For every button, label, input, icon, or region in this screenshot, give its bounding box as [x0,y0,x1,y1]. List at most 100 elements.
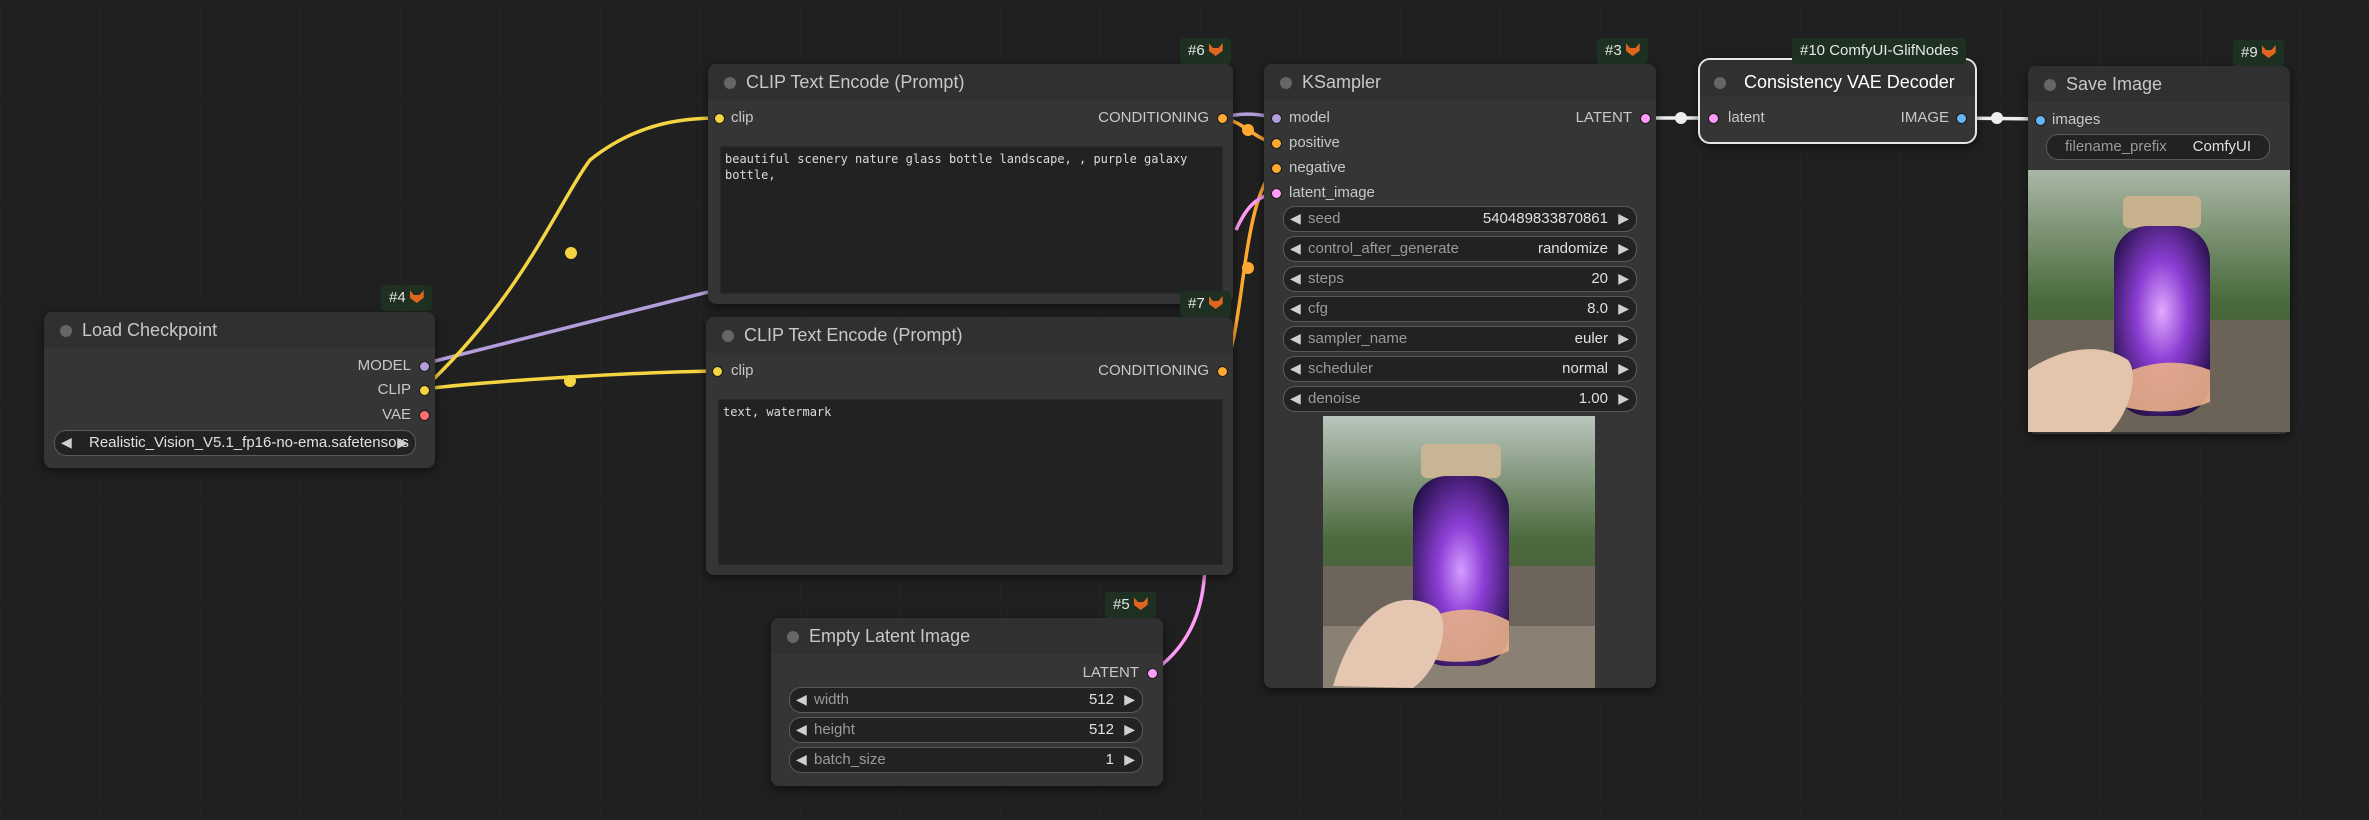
node-title: CLIP Text Encode (Prompt) [744,325,963,345]
clip-text-encode-positive-node[interactable]: CLIP Text Encode (Prompt) clip CONDITION… [708,64,1233,304]
widget-value: normal [1562,360,1608,377]
node-header[interactable]: KSampler [1264,64,1656,100]
node-header[interactable]: Consistency VAE Decoder [1700,60,1975,96]
saved-image [2028,170,2290,432]
input-slot-latent-image[interactable] [1271,188,1282,199]
input-slot-clip[interactable] [714,113,725,124]
collapse-dot-icon[interactable] [60,325,72,337]
output-slot-image[interactable] [1956,113,1967,124]
denoise-widget[interactable]: ◀ denoise 1.00 ▶ [1283,386,1637,412]
arrow-right-icon[interactable]: ▶ [1618,360,1629,377]
arrow-left-icon[interactable]: ◀ [1290,390,1301,407]
arrow-right-icon[interactable]: ▶ [397,434,408,451]
output-slot-conditioning[interactable] [1217,113,1228,124]
output-slot-model[interactable] [419,361,430,372]
output-label-model: MODEL [357,357,411,374]
width-widget[interactable]: ◀ width 512 ▶ [789,687,1143,713]
collapse-dot-icon[interactable] [787,631,799,643]
widget-value: ComfyUI [2192,138,2251,155]
fox-icon [2261,45,2276,58]
collapse-dot-icon[interactable] [1714,77,1726,89]
arrow-left-icon[interactable]: ◀ [796,751,807,768]
fox-icon [409,290,424,303]
widget-value: 512 [1088,721,1114,738]
output-slot-vae[interactable] [419,410,430,421]
load-checkpoint-node[interactable]: Load Checkpoint MODEL CLIP VAE ◀ Realist… [44,312,435,468]
arrow-right-icon[interactable]: ▶ [1124,721,1135,738]
sampler-name-widget[interactable]: ◀ sampler_name euler ▶ [1283,326,1637,352]
node-header[interactable]: CLIP Text Encode (Prompt) [708,64,1233,100]
save-image-node[interactable]: Save Image images filename_prefix ComfyU… [2028,66,2290,434]
seed-widget[interactable]: ◀ seed 540489833870861 ▶ [1283,206,1637,232]
arrow-left-icon[interactable]: ◀ [61,434,72,451]
input-slot-model[interactable] [1271,113,1282,124]
arrow-left-icon[interactable]: ◀ [1290,330,1301,347]
node-title: CLIP Text Encode (Prompt) [746,72,965,92]
control-after-generate-widget[interactable]: ◀ control_after_generate randomize ▶ [1283,236,1637,262]
fox-icon [1208,43,1223,56]
node-header[interactable]: CLIP Text Encode (Prompt) [706,317,1233,353]
input-slot-clip[interactable] [712,366,723,377]
widget-label: scheduler [1308,360,1374,377]
node-title: Consistency VAE Decoder [1744,72,1955,92]
arrow-left-icon[interactable]: ◀ [1290,300,1301,317]
scheduler-widget[interactable]: ◀ scheduler normal ▶ [1283,356,1637,382]
steps-widget[interactable]: ◀ steps 20 ▶ [1283,266,1637,292]
filename-prefix-widget[interactable]: filename_prefix ComfyUI [2046,134,2270,160]
node-header[interactable]: Empty Latent Image [771,618,1163,654]
arrow-right-icon[interactable]: ▶ [1618,300,1629,317]
input-label-negative: negative [1289,159,1346,176]
arrow-right-icon[interactable]: ▶ [1124,691,1135,708]
prompt-textarea[interactable]: text, watermark [718,399,1223,565]
collapse-dot-icon[interactable] [722,330,734,342]
consistency-vae-decoder-node[interactable]: Consistency VAE Decoder latent IMAGE [1698,58,1977,144]
arrow-left-icon[interactable]: ◀ [1290,270,1301,287]
widget-label: steps [1308,270,1344,287]
output-label-image: IMAGE [1900,109,1949,126]
ckpt-name-combo[interactable]: ◀ Realistic_Vision_V5.1_fp16-no-ema.safe… [54,430,416,456]
output-slot-latent[interactable] [1147,668,1158,679]
node-header[interactable]: Load Checkpoint [44,312,435,348]
output-slot-clip[interactable] [419,385,430,396]
collapse-dot-icon[interactable] [724,77,736,89]
widget-label: width [814,691,850,708]
node-id-badge: #6 [1180,38,1231,64]
output-label-latent: LATENT [1082,664,1139,681]
height-widget[interactable]: ◀ height 512 ▶ [789,717,1143,743]
output-label-conditioning: CONDITIONING [1098,362,1209,379]
arrow-left-icon[interactable]: ◀ [1290,210,1301,227]
collapse-dot-icon[interactable] [2044,79,2056,91]
arrow-left-icon[interactable]: ◀ [796,691,807,708]
input-slot-images[interactable] [2035,115,2046,126]
prompt-textarea[interactable]: beautiful scenery nature glass bottle la… [720,146,1223,294]
collapse-dot-icon[interactable] [1280,77,1292,89]
empty-latent-image-node[interactable]: Empty Latent Image LATENT ◀ width 512 ▶ … [771,618,1163,786]
input-slot-positive[interactable] [1271,138,1282,149]
input-slot-latent[interactable] [1708,113,1719,124]
widget-label: cfg [1308,300,1329,317]
arrow-left-icon[interactable]: ◀ [796,721,807,738]
arrow-left-icon[interactable]: ◀ [1290,360,1301,377]
output-label-clip: CLIP [377,381,411,398]
arrow-right-icon[interactable]: ▶ [1618,330,1629,347]
output-slot-conditioning[interactable] [1217,366,1228,377]
cfg-widget[interactable]: ◀ cfg 8.0 ▶ [1283,296,1637,322]
arrow-right-icon[interactable]: ▶ [1618,210,1629,227]
widget-value: 8.0 [1587,300,1608,317]
arrow-left-icon[interactable]: ◀ [1290,240,1301,257]
ksampler-node[interactable]: KSampler model positive negative latent_… [1264,64,1656,688]
input-slot-negative[interactable] [1271,163,1282,174]
node-header[interactable]: Save Image [2028,66,2290,102]
batch-size-widget[interactable]: ◀ batch_size 1 ▶ [789,747,1143,773]
widget-label: control_after_generate [1308,240,1459,257]
arrow-right-icon[interactable]: ▶ [1618,270,1629,287]
arrow-right-icon[interactable]: ▶ [1124,751,1135,768]
clip-text-encode-negative-node[interactable]: CLIP Text Encode (Prompt) clip CONDITION… [706,317,1233,575]
fox-icon [1208,296,1223,309]
widget-label: height [814,721,855,738]
arrow-right-icon[interactable]: ▶ [1618,390,1629,407]
output-slot-latent[interactable] [1640,113,1651,124]
node-id-badge: #4 [381,285,432,311]
arrow-right-icon[interactable]: ▶ [1618,240,1629,257]
node-id-badge: #9 [2233,40,2284,66]
